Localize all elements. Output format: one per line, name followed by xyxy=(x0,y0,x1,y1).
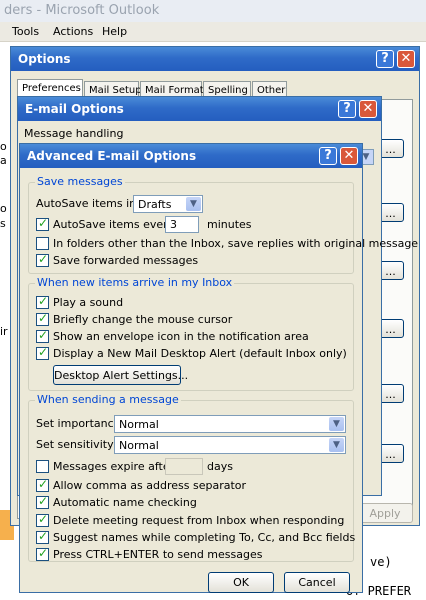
expire-label: Messages expire after: xyxy=(53,460,178,473)
sensitivity-value: Normal xyxy=(119,439,159,452)
left-fragment: o xyxy=(0,202,7,215)
envelope-icon-label: Show an envelope icon in the notificatio… xyxy=(53,330,309,343)
options-title-bar: Options xyxy=(11,47,419,71)
suggest-names-checkbox[interactable] xyxy=(36,529,49,544)
play-sound-checkbox[interactable] xyxy=(36,294,49,309)
left-fragment: s xyxy=(0,217,6,230)
auto-name-check-label: Automatic name checking xyxy=(53,496,197,509)
autosave-minutes-input[interactable]: 3 xyxy=(165,216,199,233)
menu-help[interactable]: Help xyxy=(102,25,127,38)
cancel-button[interactable]: Cancel xyxy=(284,572,350,593)
delete-meeting-checkbox[interactable] xyxy=(36,512,49,527)
advanced-title: Advanced E-mail Options xyxy=(27,149,197,163)
change-cursor-checkbox[interactable] xyxy=(36,311,49,326)
help-icon[interactable]: ? xyxy=(376,50,394,68)
message-handling-label: Message handling xyxy=(24,127,124,140)
new-items-group: When new items arrive in my Inbox Play a… xyxy=(28,276,354,391)
advanced-email-options-dialog: Advanced E-mail Options ? ✕ Save message… xyxy=(19,143,418,593)
save-forwarded-checkbox[interactable] xyxy=(36,252,49,267)
help-icon[interactable]: ? xyxy=(319,147,337,165)
close-icon[interactable]: ✕ xyxy=(340,147,358,165)
ok-button[interactable]: OK xyxy=(208,572,274,593)
comma-separator-label: Allow comma as address separator xyxy=(53,479,247,492)
save-forwarded-label: Save forwarded messages xyxy=(53,254,199,267)
delete-meeting-label: Delete meeting request from Inbox when r… xyxy=(53,514,345,527)
sensitivity-label: Set sensitivity: xyxy=(36,438,117,451)
importance-select[interactable]: Normal ▼ xyxy=(114,415,346,433)
sending-group: When sending a message Set importance: N… xyxy=(28,393,356,562)
sending-legend: When sending a message xyxy=(35,393,181,406)
autosave-every-label: AutoSave items every: xyxy=(53,218,178,231)
left-fragment: o xyxy=(0,140,7,153)
suggest-names-label: Suggest names while completing To, Cc, a… xyxy=(53,531,356,544)
desktop-alert-label: Display a New Mail Desktop Alert (defaul… xyxy=(53,347,347,360)
menu-tools[interactable]: Tools xyxy=(12,25,39,38)
desktop-alert-checkbox[interactable] xyxy=(36,345,49,360)
options-title: Options xyxy=(18,52,71,66)
left-fragment: ir xyxy=(0,325,8,338)
advanced-title-bar: Advanced E-mail Options xyxy=(20,144,362,168)
envelope-icon-checkbox[interactable] xyxy=(36,328,49,343)
left-fragment: a xyxy=(0,154,7,167)
apply-button[interactable]: Apply xyxy=(357,503,413,523)
help-icon[interactable]: ? xyxy=(338,100,356,118)
autosave-in-label: AutoSave items in: xyxy=(36,197,140,210)
other-folders-checkbox[interactable] xyxy=(36,237,49,250)
sensitivity-select[interactable]: Normal ▼ xyxy=(114,436,346,454)
menu-actions[interactable]: Actions xyxy=(53,25,93,38)
email-options-title-bar: E-mail Options xyxy=(18,97,381,121)
comma-separator-checkbox[interactable] xyxy=(36,477,49,492)
auto-name-check-checkbox[interactable] xyxy=(36,494,49,509)
autosave-folder-value: Drafts xyxy=(138,198,172,211)
desktop-alert-settings-button[interactable]: Desktop Alert Settings... xyxy=(53,365,188,385)
chevron-down-icon[interactable]: ▼ xyxy=(329,438,344,452)
email-options-title: E-mail Options xyxy=(25,102,124,116)
expire-checkbox[interactable] xyxy=(36,460,49,473)
new-items-legend: When new items arrive in my Inbox xyxy=(35,276,235,289)
change-cursor-label: Briefly change the mouse cursor xyxy=(53,313,233,326)
autosave-every-checkbox[interactable] xyxy=(36,216,49,231)
background-text-line: ve) xyxy=(370,555,392,569)
outlook-menu-bar: Tools Actions Help xyxy=(0,22,426,42)
chevron-down-icon[interactable]: ▼ xyxy=(329,417,344,431)
ctrl-enter-label: Press CTRL+ENTER to send messages xyxy=(53,548,263,561)
days-unit-label: days xyxy=(207,460,233,473)
minutes-unit-label: minutes xyxy=(207,218,252,231)
play-sound-label: Play a sound xyxy=(53,296,124,309)
other-folders-label: In folders other than the Inbox, save re… xyxy=(53,237,419,250)
importance-value: Normal xyxy=(119,418,159,431)
chevron-down-icon[interactable]: ▼ xyxy=(186,197,201,211)
importance-label: Set importance: xyxy=(36,417,125,430)
autosave-folder-select[interactable]: Drafts ▼ xyxy=(133,195,203,213)
save-messages-legend: Save messages xyxy=(35,175,125,188)
close-icon[interactable]: ✕ xyxy=(397,50,415,68)
outlook-window-title: ders - Microsoft Outlook xyxy=(0,0,426,22)
close-icon[interactable]: ✕ xyxy=(359,100,377,118)
save-messages-group: Save messages AutoSave items in: Drafts … xyxy=(28,175,418,274)
expire-days-input[interactable] xyxy=(165,458,203,475)
ctrl-enter-checkbox[interactable] xyxy=(36,546,49,561)
